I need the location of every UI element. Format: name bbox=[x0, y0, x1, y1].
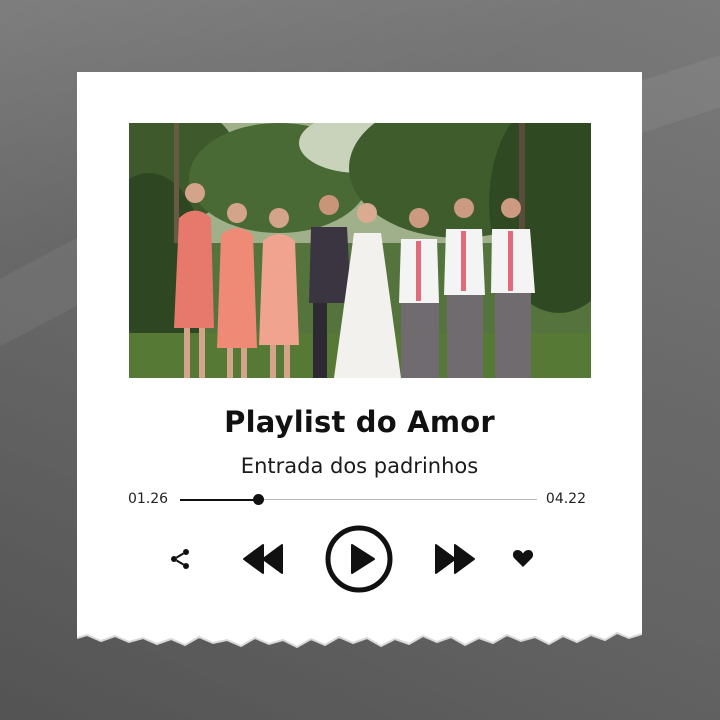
cover-photo bbox=[129, 123, 591, 378]
share-icon bbox=[171, 549, 189, 569]
torn-paper-edge bbox=[77, 620, 642, 649]
total-time: 04.22 bbox=[545, 491, 586, 507]
track-name: Entrada dos padrinhos bbox=[240, 454, 479, 478]
progress-fill bbox=[180, 498, 259, 501]
like-button[interactable] bbox=[510, 545, 536, 571]
rewind-button[interactable] bbox=[241, 541, 285, 577]
heart-icon bbox=[512, 550, 534, 567]
share-button[interactable] bbox=[166, 545, 194, 573]
rewind-icon bbox=[243, 544, 283, 574]
progress-thumb[interactable] bbox=[253, 494, 265, 505]
play-icon bbox=[325, 525, 393, 593]
elapsed-time: 01.26 bbox=[128, 491, 169, 507]
play-button[interactable] bbox=[324, 524, 394, 594]
music-player-card: Playlist do Amor Entrada dos padrinhos 0… bbox=[77, 72, 642, 632]
fast-forward-icon bbox=[435, 544, 475, 574]
playlist-title: Playlist do Amor bbox=[224, 405, 495, 439]
forward-button[interactable] bbox=[433, 541, 477, 577]
progress-bar[interactable] bbox=[180, 494, 537, 505]
